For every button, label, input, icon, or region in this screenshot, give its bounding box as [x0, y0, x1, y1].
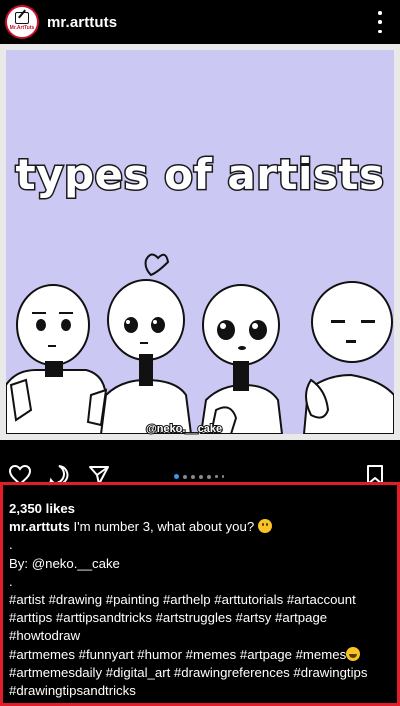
hashtags-line[interactable]: #drawingtipsandtricks [9, 682, 391, 700]
hashtags-line[interactable]: #artmemesdaily #digital_art #drawingrefe… [9, 664, 391, 682]
caption-body: I'm number 3, what about you? [73, 519, 255, 535]
hashtags-line[interactable]: #artist #drawing #painting #arthelp #art… [9, 591, 391, 609]
carousel-dot [221, 475, 224, 478]
caption-author[interactable]: mr.arttuts [9, 519, 70, 534]
post-image[interactable]: types of artists @neko.__cake [0, 44, 400, 440]
carousel-dot [183, 474, 187, 479]
hashtags-line[interactable]: #artmemes #funnyart #humor #memes #artpa… [9, 646, 391, 664]
hashtags-line[interactable]: #arttips #arttipsandtricks #artstruggles… [9, 609, 391, 627]
post-header: Mr.ArtTuts mr.arttuts [0, 0, 400, 44]
username[interactable]: mr.arttuts [47, 14, 117, 31]
caption-text: mr.arttuts I'm number 3, what about you? [9, 518, 391, 536]
caption-dot: . [9, 537, 13, 553]
carousel-dot [191, 474, 195, 479]
avatar[interactable]: Mr.ArtTuts [5, 5, 39, 39]
caption-credit: By: @neko.__cake [9, 555, 120, 571]
neutral-face-emoji-icon [257, 519, 272, 534]
caption-dot: . [9, 573, 13, 589]
characters-illustration [6, 253, 394, 434]
likes-count[interactable]: 2,350 likes [9, 500, 391, 518]
carousel-dot [174, 474, 179, 479]
carousel-dot [199, 474, 203, 479]
watermark: @neko.__cake [145, 422, 223, 436]
carousel-dot [215, 475, 218, 478]
avatar-logo-text: Mr.ArtTuts [9, 24, 35, 31]
post-artwork: types of artists @neko.__cake [6, 50, 394, 436]
hashtags-line[interactable]: #howtodraw [9, 627, 391, 645]
hashtags-text[interactable]: #artmemes #funnyart #humor #memes #artpa… [9, 647, 346, 662]
carousel-indicator [174, 474, 224, 479]
pencil-icon [15, 11, 29, 24]
caption-section: 2,350 likes mr.arttuts I'm number 3, wha… [0, 482, 400, 706]
more-icon[interactable] [378, 11, 382, 33]
carousel-dot [207, 474, 211, 479]
laughing-emoji-icon [346, 646, 361, 661]
